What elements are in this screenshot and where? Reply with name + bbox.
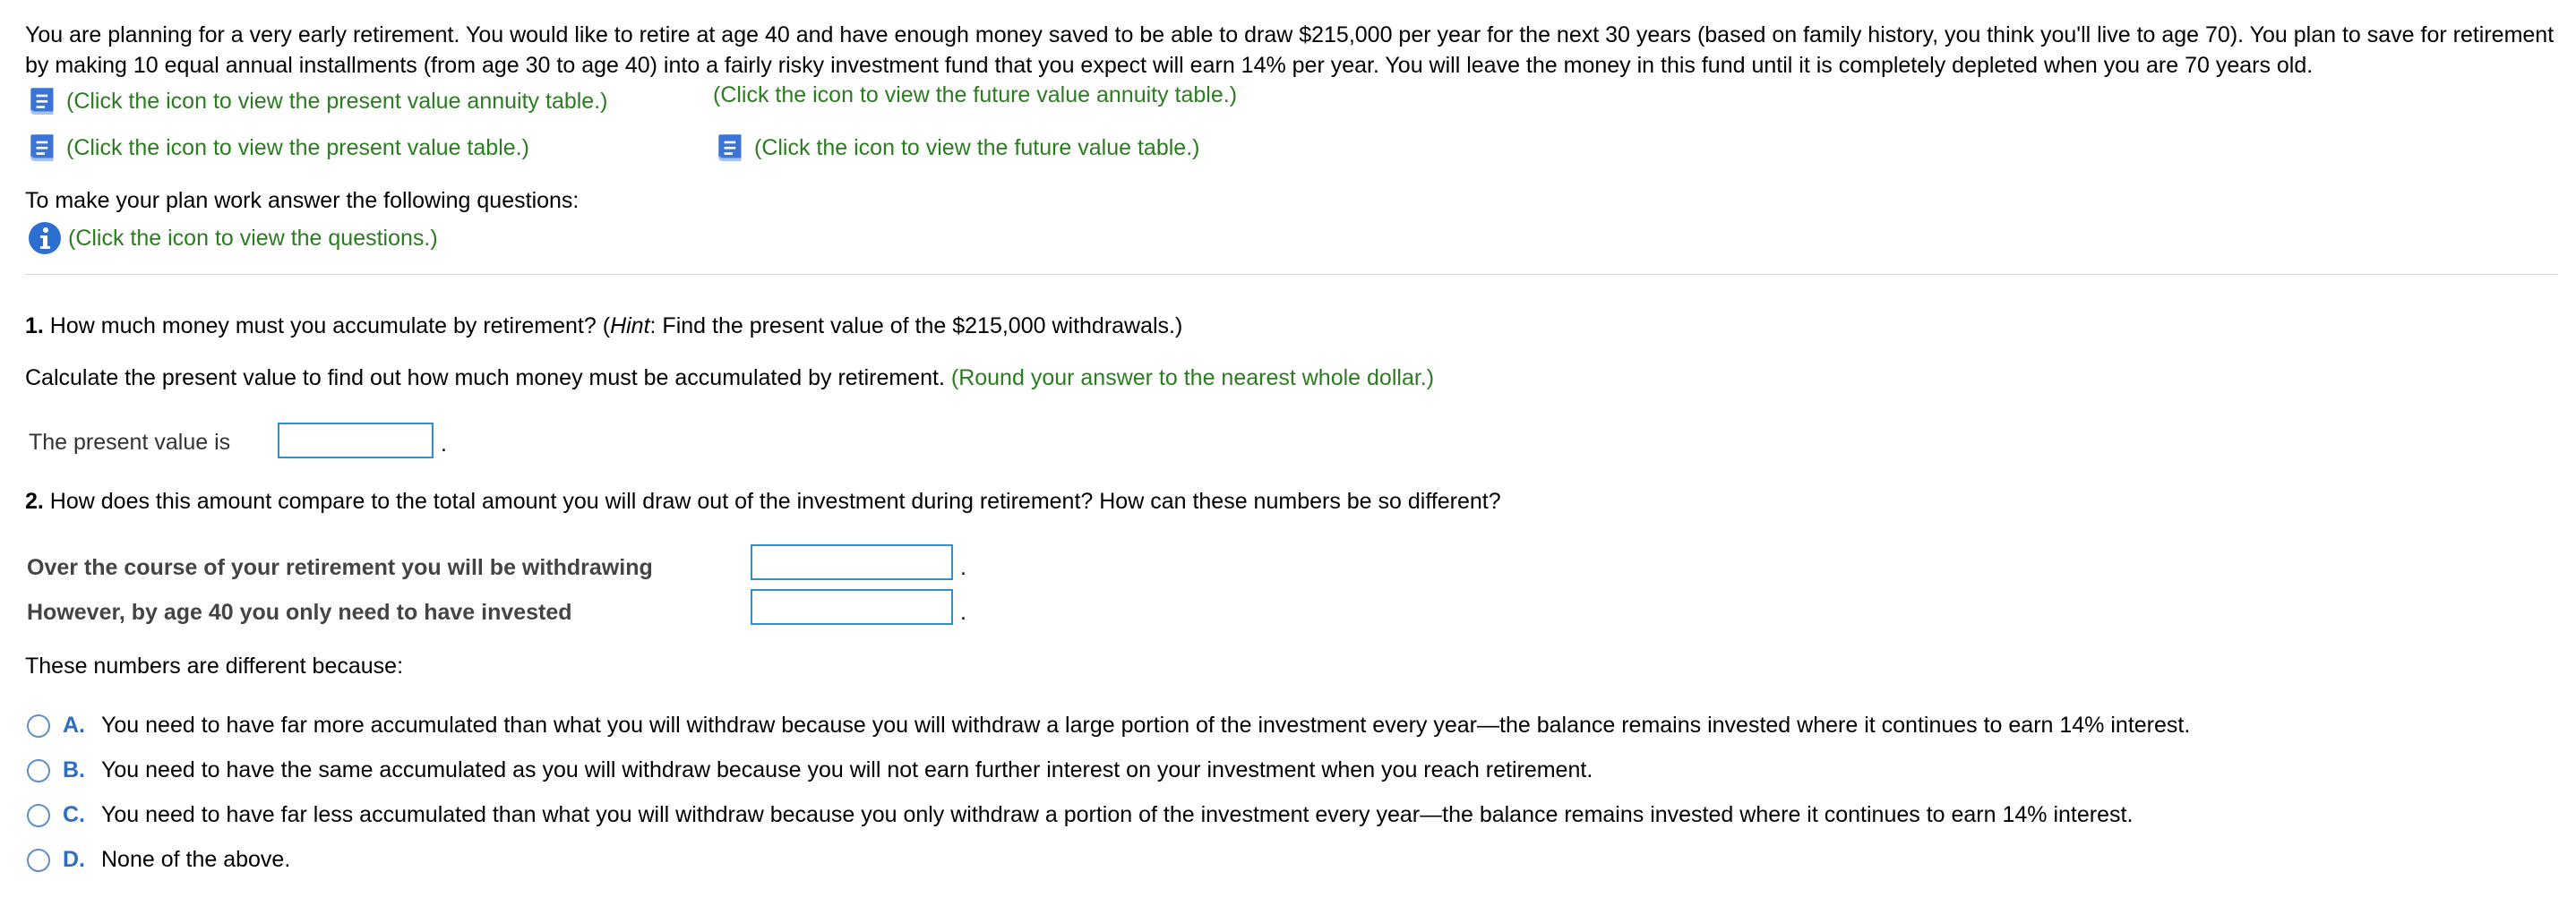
question-2-number: 2. <box>25 489 44 514</box>
fv-table-link[interactable]: (Click the icon to view the future value… <box>713 129 1199 167</box>
option-text: You need to have far less accumulated th… <box>101 802 2134 827</box>
info-icon <box>29 222 61 254</box>
pv-table-link[interactable]: (Click the icon to view the present valu… <box>25 129 529 167</box>
withdraw-total-input[interactable] <box>751 544 953 580</box>
plan-intro: To make your plan work answer the follow… <box>25 188 580 213</box>
radio-button[interactable] <box>27 803 50 827</box>
book-icon <box>30 88 54 115</box>
period: . <box>441 432 447 457</box>
period: . <box>960 600 966 625</box>
section-divider <box>25 274 2558 275</box>
problem-page: You are planning for a very early retire… <box>0 0 2576 906</box>
questions-link[interactable]: (Click the icon to view the questions.) <box>27 220 438 256</box>
radio-button[interactable] <box>27 758 50 782</box>
option-b[interactable]: B. You need to have the same accumulated… <box>27 757 1593 783</box>
option-d[interactable]: D. None of the above. <box>27 847 290 873</box>
question-1-text-a: How much money must you accumulate by re… <box>43 313 611 338</box>
question-1-hint: Hint <box>610 313 650 338</box>
invested-amount-input[interactable] <box>751 589 953 625</box>
question-1-instruction: Calculate the present value to find out … <box>25 365 1434 391</box>
pv-annuity-table-label: (Click the icon to view the present valu… <box>66 88 608 114</box>
fv-table-label: (Click the icon to view the future value… <box>754 134 1200 160</box>
invested-label: However, by age 40 you only need to have… <box>27 600 572 625</box>
instruction-text: Calculate the present value to find out … <box>25 365 951 390</box>
question-1-text-b: : Find the present value of the $215,000… <box>649 313 1183 338</box>
fv-annuity-table-link[interactable]: (Click the icon to view the future value… <box>713 82 1237 108</box>
questions-label: (Click the icon to view the questions.) <box>68 225 438 251</box>
option-letter: C. <box>63 802 85 827</box>
period: . <box>960 555 966 580</box>
present-value-input[interactable] <box>278 423 434 458</box>
radio-button[interactable] <box>27 714 50 738</box>
radio-button[interactable] <box>27 848 50 872</box>
present-value-label: The present value is <box>29 430 231 455</box>
round-note: (Round your answer to the nearest whole … <box>950 365 1435 390</box>
option-c[interactable]: C. You need to have far less accumulated… <box>27 802 2133 828</box>
fv-annuity-table-label: (Click the icon to view the future value… <box>713 82 1238 107</box>
option-a[interactable]: A. You need to have far more accumulated… <box>27 713 2190 739</box>
option-text: None of the above. <box>101 847 291 872</box>
book-icon <box>718 134 742 161</box>
pv-annuity-table-link[interactable]: (Click the icon to view the present valu… <box>25 82 607 120</box>
option-text: You need to have far more accumulated th… <box>101 713 2191 738</box>
question-1-number: 1. <box>25 313 44 338</box>
problem-intro: You are planning for a very early retire… <box>25 22 2555 78</box>
question-2: 2. How does this amount compare to the t… <box>25 489 1501 515</box>
different-because-label: These numbers are different because: <box>25 654 404 679</box>
withdraw-label: Over the course of your retirement you w… <box>27 555 653 580</box>
option-letter: D. <box>63 847 85 872</box>
option-letter: A. <box>63 713 85 738</box>
question-1: 1. How much money must you accumulate by… <box>25 313 1182 339</box>
option-text: You need to have the same accumulated as… <box>101 757 1593 782</box>
pv-table-label: (Click the icon to view the present valu… <box>66 134 529 160</box>
option-letter: B. <box>63 757 85 782</box>
book-icon <box>30 134 54 161</box>
question-2-text: How does this amount compare to the tota… <box>43 489 1501 514</box>
